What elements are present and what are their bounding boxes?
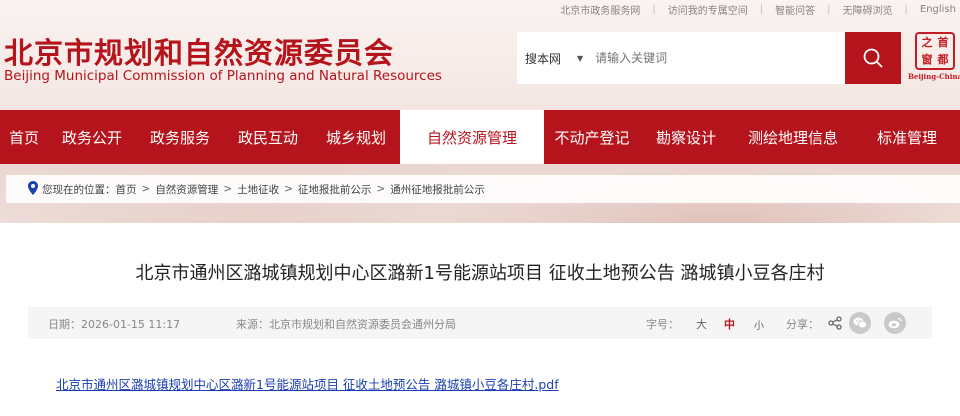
nav-item-gov-services[interactable]: 政务服务 <box>136 110 224 164</box>
wechat-share-icon[interactable] <box>849 312 871 334</box>
weibo-share-icon[interactable] <box>884 312 906 334</box>
nav-item-natural-resources[interactable]: 自然资源管理 <box>400 110 544 164</box>
top-link-english[interactable]: English <box>908 4 960 15</box>
search-button[interactable] <box>845 32 901 84</box>
search-bar: 搜本网 ▼ <box>517 32 845 84</box>
font-size-medium-button[interactable]: 中 <box>724 316 735 332</box>
font-size-label: 字号： <box>646 318 679 331</box>
search-input[interactable] <box>595 51 816 65</box>
nav-item-home[interactable]: 首页 <box>0 110 48 164</box>
breadcrumb-separator: > <box>223 183 233 195</box>
nav-item-survey-design[interactable]: 勘察设计 <box>640 110 732 164</box>
logo-text: Beijing-China <box>907 72 960 81</box>
font-size-small-button[interactable]: 小 <box>754 317 764 332</box>
top-link-personal-space[interactable]: 访问我的专属空间 <box>656 2 760 17</box>
breadcrumb-label: 您现在的位置： <box>42 183 116 196</box>
breadcrumb: 您现在的位置： 首页 > 自然资源管理 > 土地征收 > 征地报批前公示 > 通… <box>6 175 960 203</box>
search-icon <box>863 48 883 68</box>
site-title-en[interactable]: Beijing Municipal Commission of Planning… <box>4 68 442 84</box>
main-nav: 首页 政务公开 政务服务 政民互动 城乡规划 自然资源管理 不动产登记 勘察设计… <box>0 110 960 164</box>
breadcrumb-item-land-acquisition[interactable]: 土地征收 <box>237 182 279 197</box>
nav-item-surveying-mapping[interactable]: 测绘地理信息 <box>732 110 854 164</box>
top-link-accessibility[interactable]: 无障碍浏览 <box>831 2 905 17</box>
nav-item-urban-planning[interactable]: 城乡规划 <box>312 110 400 164</box>
weibo-icon <box>888 317 902 329</box>
top-utility-links: 北京市政务服务网 | 访问我的专属空间 | 智能问答 | 无障碍浏览 | Eng… <box>548 0 960 18</box>
wechat-icon <box>853 317 867 329</box>
breadcrumb-separator: > <box>376 183 386 195</box>
font-size-large-button[interactable]: 大 <box>696 316 707 332</box>
article-title: 北京市通州区潞城镇规划中心区潞新1号能源站项目 征收土地预公告 潞城镇小豆各庄村 <box>135 263 825 284</box>
caret-down-icon[interactable]: ▼ <box>577 54 583 63</box>
nav-item-gov-affairs[interactable]: 政务公开 <box>48 110 136 164</box>
site-title-cn[interactable]: 北京市规划和自然资源委员会 <box>4 30 394 72</box>
breadcrumb-separator: > <box>284 183 293 195</box>
breadcrumb-separator: > <box>141 183 151 195</box>
breadcrumb-item-home[interactable]: 首页 <box>116 182 137 197</box>
article-content: 北京市通州区潞城镇规划中心区潞新1号能源站项目 征收土地预公告 潞城镇小豆各庄村… <box>0 223 960 416</box>
logo-seal: 之 首 窗 都 <box>915 32 955 70</box>
top-link-smart-qa[interactable]: 智能问答 <box>763 2 827 17</box>
nav-item-standards[interactable]: 标准管理 <box>854 110 960 164</box>
search-scope-select[interactable]: 搜本网 <box>517 50 577 67</box>
share-icon[interactable] <box>828 316 842 330</box>
share-label: 分享： <box>786 318 819 331</box>
nav-item-real-estate[interactable]: 不动产登记 <box>544 110 640 164</box>
article-meta-bar: 日期：2026-01-15 11:17 来源：北京市规划和自然资源委员会通州分局… <box>28 307 932 339</box>
breadcrumb-item-natural-resources[interactable]: 自然资源管理 <box>155 182 218 197</box>
breadcrumb-item-pre-approval[interactable]: 征地报批前公示 <box>298 182 372 197</box>
nav-item-interaction[interactable]: 政民互动 <box>224 110 312 164</box>
top-link-gov-service[interactable]: 北京市政务服务网 <box>548 2 652 17</box>
attachment-pdf-link[interactable]: 北京市通州区潞城镇规划中心区潞新1号能源站项目 征收土地预公告 潞城镇小豆各庄村… <box>56 374 559 393</box>
article-source: 来源：北京市规划和自然资源委员会通州分局 <box>236 318 456 331</box>
location-pin-icon <box>28 181 38 195</box>
capital-window-logo[interactable]: 之 首 窗 都 Beijing-China <box>907 32 960 84</box>
article-date: 日期：2026-01-15 11:17 <box>48 318 181 331</box>
breadcrumb-item-tongzhou[interactable]: 通州征地报批前公示 <box>390 182 485 197</box>
